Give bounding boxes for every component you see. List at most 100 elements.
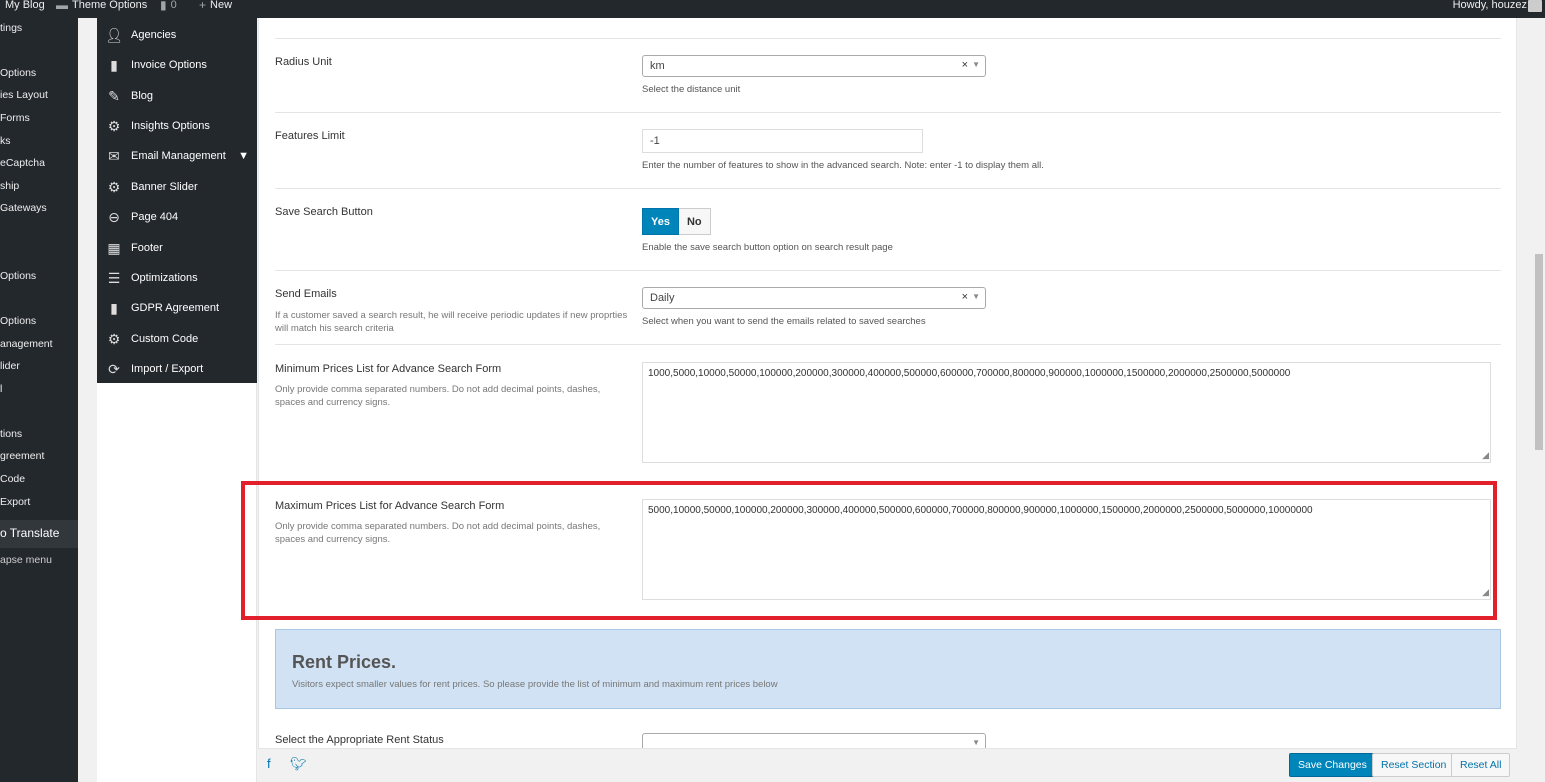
clear-icon[interactable]: × (962, 291, 968, 303)
admin-sidebar: tings Options ies Layout Forms ks eCaptc… (0, 18, 78, 782)
admin-menu-item[interactable]: eCaptcha (0, 157, 45, 169)
row-divider (275, 270, 1501, 271)
theme-options-nav: 👤︎ Agencies ▮ Invoice Options ✎ Blog ⚙ Insig… (97, 18, 257, 782)
admin-menu-item[interactable]: Gateways (0, 202, 47, 214)
resize-handle-icon[interactable]: ◢ (1482, 450, 1489, 461)
nav-item-label: Email Management (131, 150, 226, 162)
radius-unit-select[interactable]: km × ▼ (642, 55, 986, 77)
admin-menu-item[interactable]: ks (0, 135, 11, 147)
bookmark-icon: ▮ (110, 299, 118, 316)
admin-menu-item[interactable]: greement (0, 450, 44, 462)
min-prices-textarea[interactable]: 1000,5000,10000,50000,100000,200000,3000… (642, 362, 1491, 463)
send-emails-desc: Select when you want to send the emails … (642, 316, 926, 327)
collapse-menu-button[interactable]: apse menu (0, 554, 52, 566)
row-divider (275, 188, 1501, 189)
admin-menu-item[interactable]: Export (0, 496, 30, 508)
facebook-icon[interactable]: f (267, 756, 271, 771)
admin-menu-item[interactable]: ship (0, 180, 19, 192)
admin-menu-item[interactable]: l (0, 383, 2, 395)
admin-menu-item[interactable]: Forms (0, 112, 30, 124)
features-limit-title: Features Limit (275, 130, 345, 142)
row-divider (275, 112, 1501, 113)
chevron-down-icon: ▼ (972, 292, 980, 301)
nav-item-banner-slider[interactable]: ⚙ Banner Slider (97, 172, 257, 202)
avatar[interactable] (1528, 0, 1542, 12)
radius-unit-title: Radius Unit (275, 56, 332, 68)
theme-options-link[interactable]: ▬ Theme Options (56, 0, 147, 18)
nav-item-email-management[interactable]: ✉ Email Management ▼ (97, 141, 257, 171)
nav-item-custom-code[interactable]: ⚙ Custom Code (97, 324, 257, 354)
admin-menu-item[interactable]: Options (0, 315, 36, 327)
scrollbar-thumb[interactable] (1535, 254, 1543, 450)
nav-item-insights-options[interactable]: ⚙ Insights Options (97, 111, 257, 141)
options-panel: Radius Unit km × ▼ Select the distance u… (258, 18, 1517, 782)
admin-menu-item[interactable]: Options (0, 67, 36, 79)
new-label: New (210, 0, 233, 11)
admin-menu-item[interactable]: tions (0, 428, 22, 440)
gear-icon: ⚙ (107, 178, 121, 195)
nav-item-gdpr-agreement[interactable]: ▮ GDPR Agreement (97, 293, 257, 323)
page-scrollbar[interactable] (1533, 18, 1545, 782)
user-icon: 👤︎ (105, 26, 123, 43)
rent-prices-title: Rent Prices. (292, 652, 397, 672)
envelope-icon: ✉ (108, 147, 120, 164)
nav-item-label: Agencies (131, 29, 177, 41)
save-search-toggle: Yes No (642, 208, 711, 235)
site-name-link[interactable]: My Blog (5, 0, 45, 18)
nav-item-page-404[interactable]: ⊖ Page 404 (97, 202, 257, 232)
admin-menu-item[interactable]: anagement (0, 338, 53, 350)
document-icon: ▮ (110, 56, 118, 73)
nav-item-label: Invoice Options (131, 59, 207, 71)
save-search-no-button[interactable]: No (678, 208, 711, 235)
admin-menu-translate[interactable]: o Translate (0, 526, 59, 540)
nav-item-label: GDPR Agreement (131, 302, 220, 314)
features-limit-input[interactable]: -1 (642, 129, 923, 153)
clear-icon[interactable]: × (962, 59, 968, 71)
min-prices-value: 1000,5000,10000,50000,100000,200000,3000… (648, 368, 1291, 379)
admin-menu-item[interactable]: Options (0, 270, 36, 282)
nav-item-label: Blog (131, 90, 154, 102)
nav-item-label: Custom Code (131, 333, 199, 345)
rent-prices-section: Rent Prices. Visitors expect smaller val… (275, 629, 1501, 709)
comments-link[interactable]: ▮ 0 (160, 0, 177, 18)
nav-item-import-export[interactable]: ⟳ Import / Export (97, 354, 257, 384)
edit-icon: ✎ (108, 87, 120, 104)
nav-item-label: Insights Options (131, 120, 210, 132)
radius-unit-desc: Select the distance unit (642, 84, 741, 95)
send-emails-title: Send Emails (275, 288, 337, 300)
admin-menu-item[interactable]: lider (0, 360, 20, 372)
radius-unit-value: km (650, 60, 665, 72)
reset-all-button[interactable]: Reset All (1451, 753, 1511, 777)
chevron-down-icon[interactable]: ▼ (238, 150, 249, 162)
folder-icon: ▬ (56, 0, 68, 12)
nav-item-agencies[interactable]: 👤︎ Agencies (97, 20, 257, 50)
plus-icon: + (199, 0, 207, 12)
options-footer: f 🐦︎ Save Changes Reset Section Reset Al… (258, 748, 1517, 782)
twitter-icon[interactable]: 🐦︎ (290, 756, 307, 772)
nav-item-optimizations[interactable]: ☰ Optimizations (97, 263, 257, 293)
save-search-title: Save Search Button (275, 206, 373, 218)
save-search-yes-button[interactable]: Yes (642, 208, 679, 235)
site-name-label: My Blog (5, 0, 45, 11)
admin-menu-item[interactable]: Code (0, 473, 25, 485)
admin-menu-item[interactable]: tings (0, 22, 22, 34)
nav-item-blog[interactable]: ✎ Blog (97, 81, 257, 111)
reset-section-button[interactable]: Reset Section (1372, 753, 1456, 777)
send-emails-select[interactable]: Daily × ▼ (642, 287, 986, 309)
save-changes-button[interactable]: Save Changes (1289, 753, 1376, 777)
nav-item-footer[interactable]: ▦ Footer (97, 233, 257, 263)
gear-icon: ⚙ (107, 330, 121, 347)
refresh-icon: ⟳ (108, 360, 120, 377)
nav-item-label: Optimizations (131, 272, 198, 284)
save-search-desc: Enable the save search button option on … (642, 242, 893, 253)
admin-menu-item[interactable]: ies Layout (0, 89, 48, 101)
rent-status-title: Select the Appropriate Rent Status (275, 734, 444, 746)
nav-item-invoice-options[interactable]: ▮ Invoice Options (97, 50, 257, 80)
account-link[interactable]: Howdy, houzez (1453, 0, 1527, 18)
highlight-box (241, 481, 1497, 620)
new-content-link[interactable]: + New (199, 0, 232, 18)
nav-item-label: Banner Slider (131, 181, 198, 193)
nav-item-label: Footer (131, 242, 163, 254)
send-emails-subtitle: If a customer saved a search result, he … (275, 310, 628, 334)
comment-icon: ▮ (160, 0, 167, 12)
